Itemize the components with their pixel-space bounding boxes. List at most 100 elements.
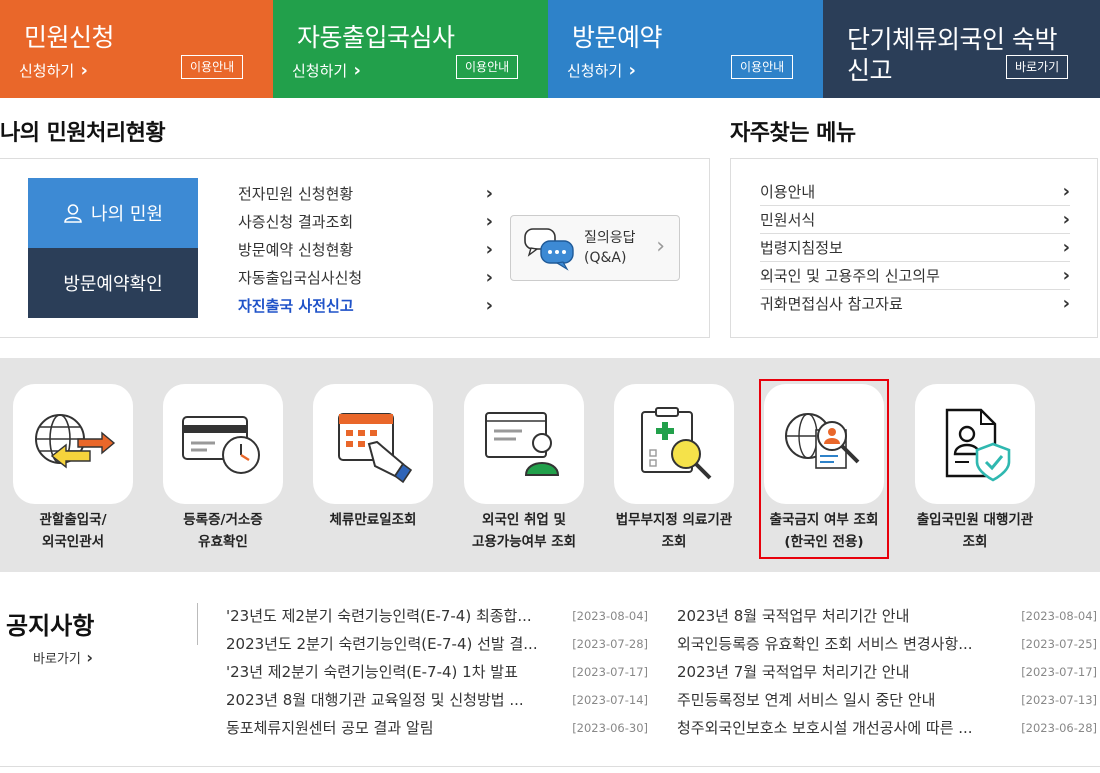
status-item-label: 사증신청 결과조회 [238, 213, 354, 231]
notice-item-date: [2023-07-28] [572, 637, 648, 651]
tile-accommodation-report[interactable]: 단기체류외국인 숙박 신고 바로가기 [823, 0, 1100, 98]
freq-item[interactable]: 민원서식 › [760, 206, 1070, 234]
notice-item[interactable]: 2023년 7월 국적업무 처리기간 안내 [2023-07-17] [677, 658, 1097, 686]
status-item[interactable]: 방문예약 신청현황 › [238, 236, 493, 264]
chevron-right-icon: › [1062, 209, 1070, 230]
qa-label: 질의응답 (Q&A) [584, 230, 636, 266]
chevron-right-icon: › [485, 183, 493, 204]
status-item[interactable]: 사증신청 결과조회 › [238, 208, 493, 236]
service-icon-box [163, 384, 283, 504]
chevron-right-icon: › [1062, 265, 1070, 286]
notice-item-title: 2023년 7월 국적업무 처리기간 안내 [677, 663, 910, 681]
service-office-lookup[interactable]: 관할출입국/ 외국인관서 [13, 384, 133, 550]
visit-check-label: 방문예약확인 [63, 274, 163, 295]
tile-guide-button[interactable]: 이용안내 [181, 55, 244, 79]
notice-item-title: '23년 제2분기 숙련기능인력(E-7-4) 1차 발표 [226, 663, 518, 681]
notice-list-left: '23년도 제2분기 숙련기능인력(E-7-4) 최종합... [2023-08-… [226, 602, 648, 742]
service-medical-institution[interactable]: 법무부지정 의료기관 조회 [614, 384, 734, 550]
tile-apply-link[interactable]: 신청하기 [19, 60, 88, 81]
chevron-right-icon: › [1062, 237, 1070, 258]
globe-arrows-icon [35, 414, 116, 469]
notice-item[interactable]: '23년도 제2분기 숙련기능인력(E-7-4) 최종합... [2023-08-… [226, 602, 648, 630]
freq-item[interactable]: 이용안내 › [760, 178, 1070, 206]
status-list: 전자민원 신청현황 › 사증신청 결과조회 › 방문예약 신청현황 › 자동출입국심사… [238, 180, 493, 320]
status-item-label: 전자민원 신청현황 [238, 185, 354, 203]
chevron-right-icon: › [1062, 293, 1070, 314]
user-icon [64, 204, 82, 223]
freq-item-label: 귀화면접심사 참고자료 [760, 295, 903, 313]
notice-item[interactable]: '23년 제2분기 숙련기능인력(E-7-4) 1차 발표 [2023-07-17… [226, 658, 648, 686]
tile-title: 방문예약 [572, 23, 663, 52]
notice-item[interactable]: 주민등록정보 연계 서비스 일시 중단 안내 [2023-07-13] [677, 686, 1097, 714]
divider [197, 603, 198, 645]
notice-item-title: 2023년 8월 국적업무 처리기간 안내 [677, 607, 910, 625]
status-item[interactable]: 자동출입국심사신청 › [238, 264, 493, 292]
service-agency-lookup[interactable]: 출입국민원 대행기관 조회 [915, 384, 1035, 550]
highlight-box [759, 379, 889, 559]
chevron-right-icon: › [485, 211, 493, 232]
notice-item[interactable]: 청주외국인보호소 보호시설 개선공사에 따른 ... [2023-06-28] [677, 714, 1097, 742]
status-item-label: 자동출입국심사신청 [238, 269, 363, 287]
notice-item-date: [2023-07-17] [572, 665, 648, 679]
service-icon-box [464, 384, 584, 504]
my-civil-button[interactable]: 나의 민원 [28, 178, 198, 248]
tile-apply-link[interactable]: 신청하기 [292, 60, 361, 81]
calendar-hand-icon [338, 413, 413, 484]
freq-item-label: 법령지침정보 [760, 239, 843, 257]
notice-item[interactable]: 2023년도 2분기 숙련기능인력(E-7-4) 선발 결... [2023-07… [226, 630, 648, 658]
freq-item[interactable]: 귀화면접심사 참고자료 › [760, 290, 1070, 318]
notice-item-date: [2023-07-14] [572, 693, 648, 707]
notice-item-date: [2023-08-04] [572, 609, 648, 623]
notice-item-date: [2023-08-04] [1021, 609, 1097, 623]
notice-item-date: [2023-07-13] [1021, 693, 1097, 707]
service-card-validity[interactable]: 등록증/거소증 유효확인 [163, 384, 283, 550]
service-icon-box [13, 384, 133, 504]
service-label: 출입국민원 대행기관 조회 [916, 512, 1034, 550]
notice-item-date: [2023-06-28] [1021, 721, 1097, 735]
service-icon-box [313, 384, 433, 504]
divider [0, 766, 1100, 767]
notice-item[interactable]: 동포체류지원센터 공모 결과 알림 [2023-06-30] [226, 714, 648, 742]
notice-title: 공지사항 [6, 612, 95, 640]
notice-more-link[interactable]: 바로가기 [33, 648, 93, 667]
notice-item-title: 주민등록정보 연계 서비스 일시 중단 안내 [677, 691, 936, 709]
notice-item[interactable]: 외국인등록증 유효확인 조회 서비스 변경사항... [2023-07-25] [677, 630, 1097, 658]
notice-item-title: 2023년 8월 대행기관 교육일정 및 신청방법 ... [226, 691, 524, 709]
status-item[interactable]: 전자민원 신청현황 › [238, 180, 493, 208]
tile-visit-reservation[interactable]: 방문예약 신청하기 이용안내 [548, 0, 823, 98]
freq-item[interactable]: 외국인 및 고용주의 신고의무 › [760, 262, 1070, 290]
tile-go-button[interactable]: 바로가기 [1006, 55, 1069, 79]
status-item[interactable]: 자진출국 사전신고 › [238, 292, 493, 320]
service-employment-check[interactable]: 외국인 취업 및 고용가능여부 조회 [464, 384, 584, 550]
card-clock-icon [182, 416, 260, 474]
notice-item-date: [2023-07-17] [1021, 665, 1097, 679]
freq-item-label: 외국인 및 고용주의 신고의무 [760, 267, 940, 285]
chevron-right-icon: › [485, 295, 493, 316]
top-tiles: 민원신청 신청하기 이용안내 자동출입국심사 신청하기 이용안내 방문예약 신청… [0, 0, 1100, 98]
my-civil-label: 나의 민원 [91, 204, 163, 225]
tile-civil-application[interactable]: 민원신청 신청하기 이용안내 [0, 0, 273, 98]
clipboard-search-icon [641, 407, 712, 480]
freq-item-label: 이용안내 [760, 183, 816, 201]
tile-apply-link[interactable]: 신청하기 [567, 60, 636, 81]
notice-item-title: 동포체류지원센터 공모 결과 알림 [226, 719, 434, 737]
visit-check-button[interactable]: 방문예약확인 [28, 248, 198, 318]
tile-auto-immigration[interactable]: 자동출입국심사 신청하기 이용안내 [273, 0, 548, 98]
chat-bubbles-icon [524, 228, 574, 271]
freq-section-title: 자주찾는 메뉴 [730, 121, 856, 146]
service-icon-box [915, 384, 1035, 504]
qa-button[interactable]: 질의응답 (Q&A) › [510, 215, 680, 281]
chevron-right-icon: › [1062, 181, 1070, 202]
service-stay-expiry[interactable]: 체류만료일조회 [313, 384, 433, 528]
tile-guide-button[interactable]: 이용안내 [731, 55, 794, 79]
notice-item[interactable]: 2023년 8월 대행기관 교육일정 및 신청방법 ... [2023-07-14… [226, 686, 648, 714]
notice-item[interactable]: 2023년 8월 국적업무 처리기간 안내 [2023-08-04] [677, 602, 1097, 630]
freq-item[interactable]: 법령지침정보 › [760, 234, 1070, 262]
chevron-right-icon: › [485, 239, 493, 260]
notice-item-title: 2023년도 2분기 숙련기능인력(E-7-4) 선발 결... [226, 635, 538, 653]
tile-guide-button[interactable]: 이용안내 [456, 55, 519, 79]
status-item-label: 방문예약 신청현황 [238, 241, 354, 259]
freq-item-label: 민원서식 [760, 211, 816, 229]
notice-item-date: [2023-07-25] [1021, 637, 1097, 651]
notice-item-date: [2023-06-30] [572, 721, 648, 735]
